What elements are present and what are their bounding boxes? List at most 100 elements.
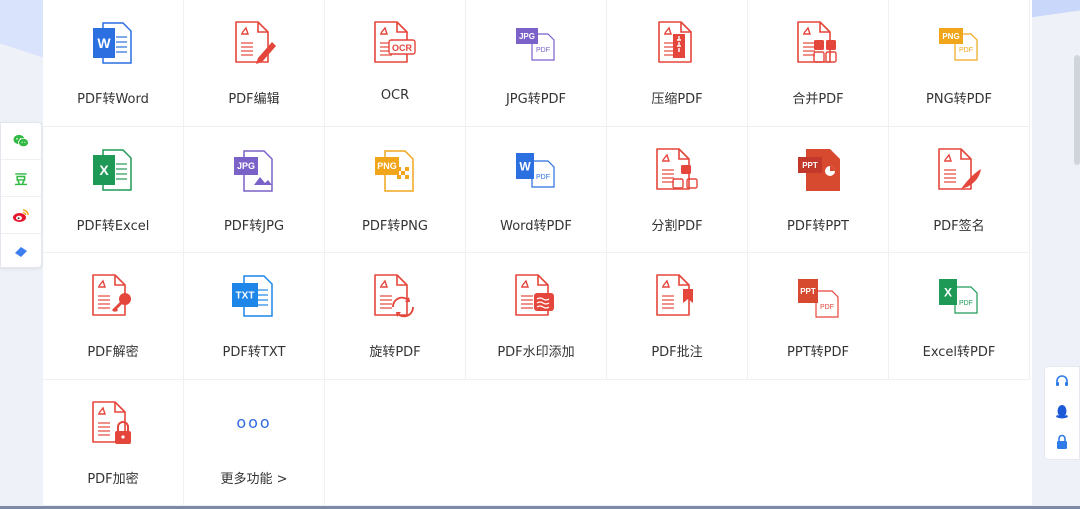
- pdf-to-png-icon: PNG: [369, 145, 421, 197]
- tools-grid: W PDF转Word PDF编辑 OCR OCR PDF JPG JPG转PDF 压缩…: [43, 0, 1032, 506]
- pdf-edit-icon: [228, 18, 280, 70]
- svg-text:JPG: JPG: [237, 161, 255, 171]
- svg-text:OCR: OCR: [392, 43, 413, 53]
- customer-service-button[interactable]: [1045, 367, 1079, 397]
- svg-text:JPG: JPG: [519, 32, 535, 41]
- more-icon: ooo: [236, 412, 272, 432]
- tool-item-merge-pdf[interactable]: 合并PDF: [748, 0, 889, 127]
- pdf-to-jpg-icon: JPG: [228, 145, 280, 197]
- lock-button[interactable]: [1045, 427, 1079, 457]
- qq-icon: [1056, 405, 1068, 419]
- tool-item-split-pdf[interactable]: 分割PDF: [607, 126, 748, 253]
- lock-icon: [1057, 434, 1067, 449]
- tool-item-pdf-to-ppt[interactable]: PPT PDF转PPT: [748, 126, 889, 253]
- svg-text:PDF: PDF: [536, 174, 550, 181]
- pdf-to-txt-icon: TXT: [228, 271, 280, 323]
- split-pdf-icon: [651, 145, 703, 197]
- wechat-icon: [13, 134, 29, 148]
- tool-item-ocr[interactable]: OCR OCR: [325, 0, 466, 127]
- douban-icon: 豆: [14, 172, 28, 188]
- tool-item-more[interactable]: ooo 更多功能 >: [184, 379, 325, 506]
- tool-item-pdf-to-txt[interactable]: TXT PDF转TXT: [184, 253, 325, 380]
- empty-cell: [466, 380, 607, 507]
- tool-item-pdf-annotate[interactable]: PDF批注: [607, 253, 748, 380]
- tool-item-word-to-pdf[interactable]: PDF W Word转PDF: [466, 126, 607, 253]
- tool-label: Excel转PDF: [922, 345, 996, 360]
- empty-cell: [748, 380, 889, 507]
- tool-label: 压缩PDF: [651, 92, 703, 107]
- tool-item-pdf-sign[interactable]: PDF签名: [889, 126, 1030, 253]
- tool-label: PDF转JPG: [223, 218, 285, 234]
- pdf-to-word-icon: W: [87, 18, 139, 70]
- svg-text:PNG: PNG: [942, 32, 959, 41]
- tool-item-pdf-to-excel[interactable]: X PDF转Excel: [43, 126, 184, 253]
- svg-text:PNG: PNG: [377, 161, 397, 171]
- pdf-encrypt-icon: [87, 398, 139, 450]
- compress-pdf-icon: [651, 18, 703, 70]
- qq-button[interactable]: [1045, 397, 1079, 427]
- merge-pdf-icon: [792, 18, 844, 70]
- svg-text:X: X: [944, 285, 952, 299]
- tool-label: PDF水印添加: [497, 345, 575, 360]
- empty-cell: [607, 380, 748, 507]
- svg-text:PPT: PPT: [802, 160, 818, 169]
- tool-label: PDF转PPT: [787, 218, 849, 234]
- tool-label: PDF解密: [87, 345, 139, 360]
- tool-label: 旋转PDF: [369, 345, 421, 360]
- eraser-icon: [15, 247, 27, 257]
- tool-label: PDF编辑: [228, 92, 280, 107]
- weibo-icon: [13, 208, 29, 222]
- tool-item-pdf-to-word[interactable]: W PDF转Word: [43, 0, 184, 127]
- tool-item-compress-pdf[interactable]: 压缩PDF: [607, 0, 748, 127]
- tool-item-pdf-encrypt[interactable]: PDF加密: [43, 379, 184, 506]
- scrollbar[interactable]: [1074, 55, 1080, 165]
- tool-item-pdf-watermark[interactable]: PDF水印添加: [466, 253, 607, 380]
- word-to-pdf-icon: PDF W: [510, 145, 562, 197]
- tool-label: JPG转PDF: [505, 92, 567, 107]
- svg-text:X: X: [99, 162, 109, 178]
- empty-cell: [325, 380, 466, 507]
- share-bar: 豆: [0, 122, 42, 268]
- jpg-to-pdf-icon: PDF JPG: [510, 18, 562, 70]
- tool-label: PDF批注: [651, 345, 703, 360]
- tool-item-png-to-pdf[interactable]: PDF PNG PNG转PDF: [889, 0, 1030, 127]
- svg-text:W: W: [519, 159, 531, 173]
- tool-label: PDF转Word: [77, 92, 149, 107]
- weibo-share[interactable]: [1, 197, 41, 234]
- tool-label: OCR: [380, 88, 410, 103]
- svg-text:PDF: PDF: [536, 47, 550, 54]
- tool-item-ppt-to-pdf[interactable]: PDF PPT PPT转PDF: [748, 253, 889, 380]
- svg-text:PDF: PDF: [959, 47, 973, 54]
- png-to-pdf-icon: PDF PNG: [933, 18, 985, 70]
- tool-label: 合并PDF: [792, 92, 844, 107]
- pdf-to-ppt-icon: PPT: [792, 145, 844, 197]
- douban-share[interactable]: 豆: [1, 160, 41, 197]
- tool-item-jpg-to-pdf[interactable]: PDF JPG JPG转PDF: [466, 0, 607, 127]
- tools-panel: W PDF转Word PDF编辑 OCR OCR PDF JPG JPG转PDF 压缩…: [43, 0, 1032, 506]
- headset-icon: [1056, 375, 1068, 386]
- tool-item-pdf-decrypt[interactable]: PDF解密: [43, 253, 184, 380]
- tool-label: PDF签名: [933, 218, 985, 234]
- tool-label: 分割PDF: [651, 218, 703, 234]
- tool-item-excel-to-pdf[interactable]: PDF X Excel转PDF: [889, 253, 1030, 380]
- tool-item-pdf-to-png[interactable]: PNG PDF转PNG: [325, 126, 466, 253]
- note-share[interactable]: [1, 234, 41, 270]
- tool-label: PDF转TXT: [222, 345, 286, 360]
- tool-label: PDF加密: [87, 471, 139, 487]
- pdf-watermark-icon: [510, 271, 562, 323]
- svg-text:PPT: PPT: [800, 287, 816, 296]
- pdf-decrypt-icon: [87, 271, 139, 323]
- svg-text:PDF: PDF: [959, 300, 973, 307]
- tool-label: Word转PDF: [500, 218, 572, 234]
- pdf-to-excel-icon: X: [87, 145, 139, 197]
- tool-item-pdf-edit[interactable]: PDF编辑: [184, 0, 325, 127]
- tool-label: PNG转PDF: [926, 92, 992, 107]
- tool-item-pdf-to-jpg[interactable]: JPG PDF转JPG: [184, 126, 325, 253]
- tool-item-rotate-pdf[interactable]: 旋转PDF: [325, 253, 466, 380]
- wechat-share[interactable]: [1, 123, 41, 160]
- svg-text:PDF: PDF: [820, 304, 834, 311]
- ppt-to-pdf-icon: PDF PPT: [792, 271, 844, 323]
- pdf-sign-icon: [933, 145, 985, 197]
- svg-text:TXT: TXT: [236, 291, 255, 302]
- svg-text:W: W: [97, 35, 111, 51]
